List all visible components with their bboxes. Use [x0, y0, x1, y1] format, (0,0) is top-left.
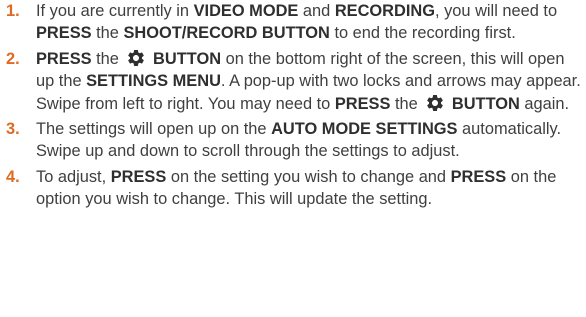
- step-bold-text: AUTO MODE SETTINGS: [271, 120, 458, 139]
- step-number: 4.: [6, 167, 20, 186]
- step-bold-text: BUTTON: [148, 49, 222, 68]
- step-bold-text: RECORDING: [334, 2, 435, 20]
- step-number: 3.: [6, 120, 20, 139]
- step-1: 1. If you are currently in VIDEO MODE an…: [0, 0, 586, 45]
- step-bold-text: PRESS: [450, 167, 507, 186]
- step-text: the: [390, 94, 423, 113]
- step-bold-text: SETTINGS MENU: [86, 72, 221, 91]
- step-text: on the setting you wish to change and: [166, 167, 451, 186]
- step-2: 2. PRESS the BUTTON on the bottom right …: [0, 48, 586, 115]
- step-text: The settings will open up on the: [36, 120, 272, 139]
- step-text: , you will need to: [434, 2, 558, 20]
- step-bold-text: PRESS: [334, 94, 391, 113]
- step-bold-text: BUTTON: [447, 94, 520, 113]
- step-text: If you are currently in: [36, 2, 194, 20]
- step-bold-text: PRESS: [110, 167, 167, 186]
- step-number: 2.: [6, 49, 20, 68]
- step-text: the: [91, 49, 124, 68]
- step-text: the: [91, 24, 124, 43]
- step-text: again.: [519, 94, 570, 113]
- step-3: 3. The settings will open up on the AUTO…: [0, 118, 586, 163]
- gear-icon: [126, 48, 146, 68]
- step-text: and: [298, 2, 335, 20]
- step-text: to end the recording first.: [329, 24, 516, 43]
- step-bold-text: SHOOT/RECORD BUTTON: [123, 24, 330, 43]
- instruction-list: 1. If you are currently in VIDEO MODE an…: [0, 0, 586, 214]
- step-4: 4. To adjust, PRESS on the setting you w…: [0, 166, 586, 211]
- step-bold-text: VIDEO MODE: [193, 2, 299, 20]
- step-bold-text: PRESS: [36, 24, 92, 43]
- gear-icon: [425, 93, 445, 113]
- step-bold-text: PRESS: [36, 49, 92, 68]
- step-text: To adjust,: [36, 167, 111, 186]
- step-number: 1.: [6, 2, 20, 20]
